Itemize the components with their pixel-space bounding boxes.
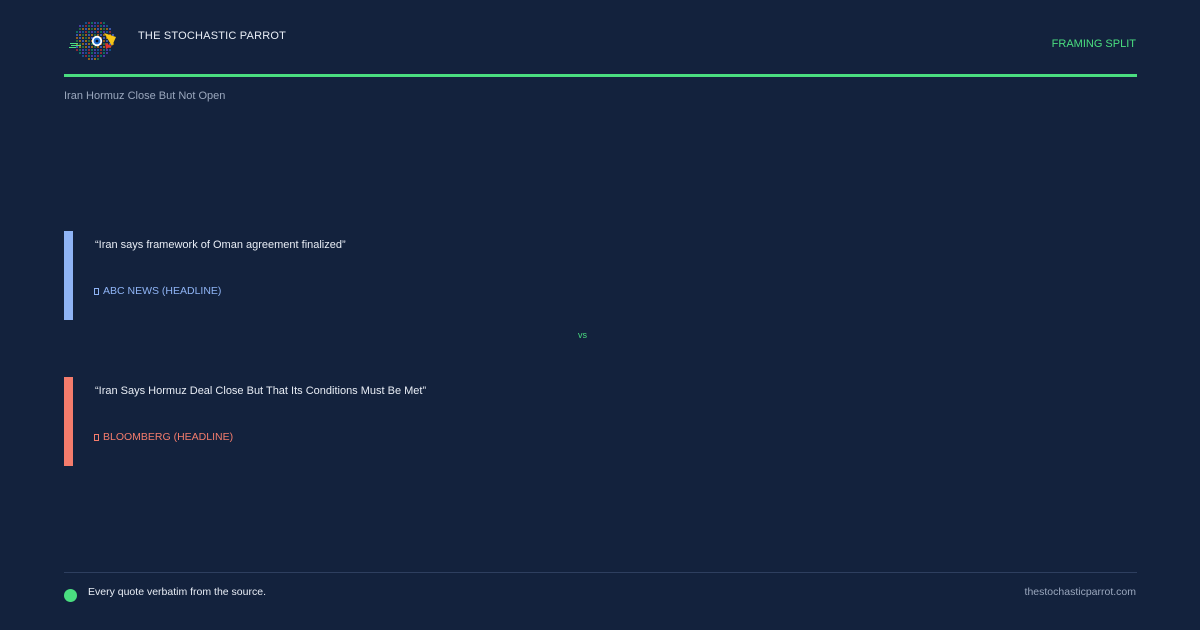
status-dot-icon — [64, 589, 77, 602]
quote-card-bloomberg: “Iran Says Hormuz Deal Close But That It… — [64, 377, 764, 466]
quote-card-abc: “Iran says framework of Oman agreement f… — [64, 231, 764, 320]
parrot-logo-icon — [68, 16, 120, 64]
document-icon — [94, 433, 99, 441]
quote-source-label: ABC NEWS (HEADLINE) — [103, 285, 222, 297]
document-icon — [94, 287, 99, 295]
quote-text: “Iran says framework of Oman agreement f… — [95, 239, 346, 251]
header-divider — [64, 74, 1137, 77]
footer-divider — [64, 572, 1137, 573]
section-tag: FRAMING SPLIT — [1051, 38, 1136, 50]
brand-name: THE STOCHASTIC PARROT — [138, 30, 287, 42]
quote-source-label: BLOOMBERG (HEADLINE) — [103, 431, 234, 443]
versus-separator: vs — [578, 330, 587, 340]
quote-text: “Iran Says Hormuz Deal Close But That It… — [95, 385, 427, 397]
story-title: Iran Hormuz Close But Not Open — [64, 90, 226, 102]
quote-accent-bar — [64, 231, 73, 320]
quote-source: ABC NEWS (HEADLINE) — [94, 285, 221, 297]
footer-note: Every quote verbatim from the source. — [88, 586, 266, 598]
quote-source: BLOOMBERG (HEADLINE) — [94, 431, 233, 443]
footer-site-link[interactable]: thestochasticparrot.com — [1025, 586, 1136, 598]
quote-accent-bar — [64, 377, 73, 466]
